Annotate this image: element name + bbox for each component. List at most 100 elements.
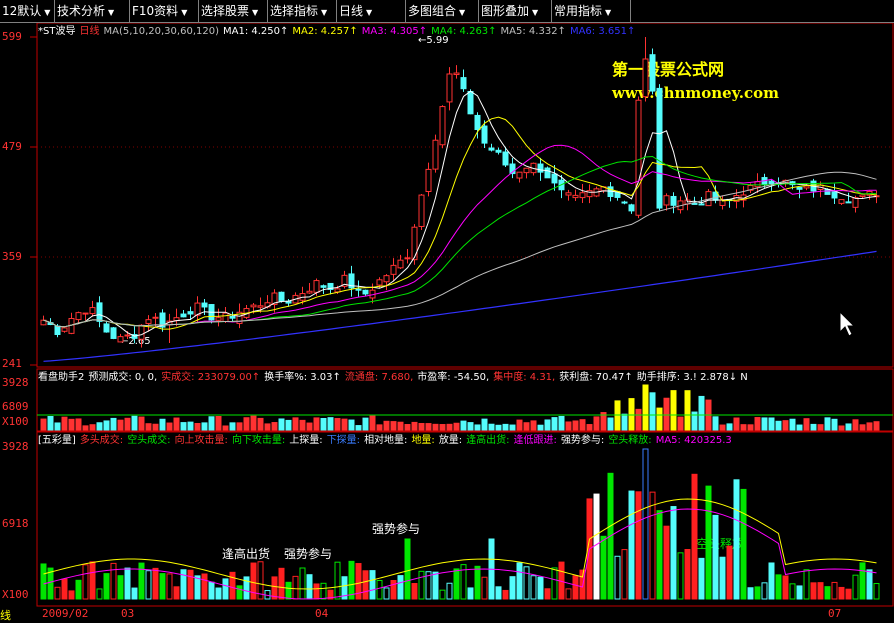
- wucai-bar: [187, 569, 194, 600]
- volume-bar: [621, 413, 628, 431]
- volume-bar: [327, 417, 334, 431]
- volume-bar: [516, 419, 523, 431]
- volume-bar: [530, 420, 537, 431]
- wucai-bar: [803, 569, 810, 600]
- volume-bar: [537, 424, 544, 431]
- chevron-down-icon: ▼: [459, 8, 466, 17]
- candlestick: [411, 226, 418, 261]
- wucai-bar: [194, 575, 201, 600]
- chevron-down-icon: ▼: [532, 8, 539, 17]
- volume-bar: [89, 424, 96, 431]
- wucai-bar: [761, 582, 768, 600]
- volume-bar: [236, 422, 243, 431]
- wucai-bar: [817, 582, 824, 600]
- candlestick: [229, 315, 236, 319]
- wucai-bar: [866, 569, 873, 600]
- candlestick: [383, 275, 390, 283]
- toolbar-item-2[interactable]: 技术分析 ▼: [55, 0, 130, 22]
- candlestick: [187, 311, 194, 315]
- candlestick: [796, 187, 803, 190]
- candlestick: [565, 192, 572, 196]
- volume-bar: [593, 416, 600, 431]
- candlestick: [572, 194, 579, 199]
- candlestick: [320, 285, 327, 288]
- wucai-bar: [481, 576, 488, 600]
- wucai-bar: [439, 589, 446, 600]
- wucai-bar: [124, 567, 131, 600]
- toolbar-item-5[interactable]: 选择指标 ▼: [268, 0, 337, 22]
- candlestick: [152, 316, 159, 319]
- volume-bar: [726, 423, 733, 431]
- wucai-bar: [509, 576, 516, 600]
- candlestick: [75, 312, 82, 321]
- wucai-bar: [614, 555, 621, 600]
- chevron-down-icon: ▼: [181, 8, 188, 17]
- candlestick: [621, 201, 628, 204]
- candlestick: [656, 87, 663, 209]
- wucai-bar: [215, 587, 222, 600]
- wucai-bar: [369, 570, 376, 600]
- toolbar-item-8[interactable]: 图形叠加 ▼: [479, 0, 552, 22]
- volume-bar: [75, 418, 82, 431]
- candlestick: [670, 195, 677, 206]
- volume-bar: [495, 424, 502, 431]
- wucai-bar: [411, 583, 418, 600]
- volume-bar: [796, 424, 803, 431]
- candlestick: [481, 125, 488, 144]
- stock-chart[interactable]: [0, 23, 894, 622]
- volume-bar: [782, 420, 789, 431]
- wucai-bar: [432, 571, 439, 600]
- wucai-bar: [54, 586, 61, 600]
- candlestick: [495, 149, 502, 153]
- chevron-down-icon: ▼: [605, 8, 612, 17]
- wucai-bar: [873, 583, 880, 600]
- wucai-bar: [418, 570, 425, 600]
- volume-bar: [670, 390, 677, 431]
- menu-toolbar: 12默认 ▼ 技术分析 ▼ F10资料 ▼ 选择股票 ▼ 选择指标 ▼ 日线 ▼ 多图组合 ▼ 图形叠加 ▼ 常…: [0, 0, 894, 23]
- volume-bar: [817, 424, 824, 431]
- volume-bar: [712, 416, 719, 431]
- wucai-bar: [208, 581, 215, 600]
- toolbar-item-1[interactable]: 12默认 ▼: [0, 0, 55, 22]
- volume-bar: [348, 419, 355, 431]
- wucai-bar: [551, 567, 558, 600]
- toolbar-item-6[interactable]: 日线 ▼: [337, 0, 406, 22]
- volume-bar: [628, 398, 635, 431]
- wucai-bar: [110, 562, 117, 600]
- toolbar-item-9[interactable]: 常用指标 ▼: [552, 0, 631, 22]
- volume-bar: [747, 424, 754, 431]
- volume-bar: [397, 421, 404, 431]
- volume-bar: [103, 420, 110, 431]
- volume-bar: [866, 422, 873, 431]
- wucai-bar: [68, 590, 75, 600]
- volume-bar: [803, 418, 810, 431]
- volume-bar: [425, 423, 432, 431]
- volume-bar: [838, 425, 845, 431]
- volume-bar: [131, 415, 138, 431]
- wucai-bar: [859, 562, 866, 600]
- wucai-bar: [523, 566, 530, 600]
- wucai-bar: [502, 589, 509, 600]
- wucai-bar: [334, 561, 341, 600]
- volume-bar: [250, 415, 257, 431]
- candlestick: [824, 188, 831, 195]
- wucai-bar: [782, 575, 789, 600]
- candlestick: [628, 204, 635, 212]
- toolbar-item-3[interactable]: F10资料 ▼: [130, 0, 199, 22]
- chevron-down-icon: ▼: [321, 8, 328, 17]
- wucai-bar: [397, 575, 404, 600]
- volume-bar: [54, 422, 61, 431]
- candlestick: [82, 312, 89, 315]
- toolbar-item-7[interactable]: 多图组合 ▼: [406, 0, 479, 22]
- wucai-bar: [565, 588, 572, 600]
- wucai-bar: [691, 473, 698, 600]
- volume-bar: [40, 418, 47, 431]
- wucai-bar: [180, 569, 187, 600]
- volume-bar: [152, 423, 159, 431]
- wucai-bar: [747, 587, 754, 600]
- volume-bar: [243, 417, 250, 431]
- volume-bar: [432, 423, 439, 431]
- toolbar-item-4[interactable]: 选择股票 ▼: [199, 0, 268, 22]
- toolbar-item-label: 多图组合: [408, 4, 457, 18]
- volume-bar: [285, 419, 292, 431]
